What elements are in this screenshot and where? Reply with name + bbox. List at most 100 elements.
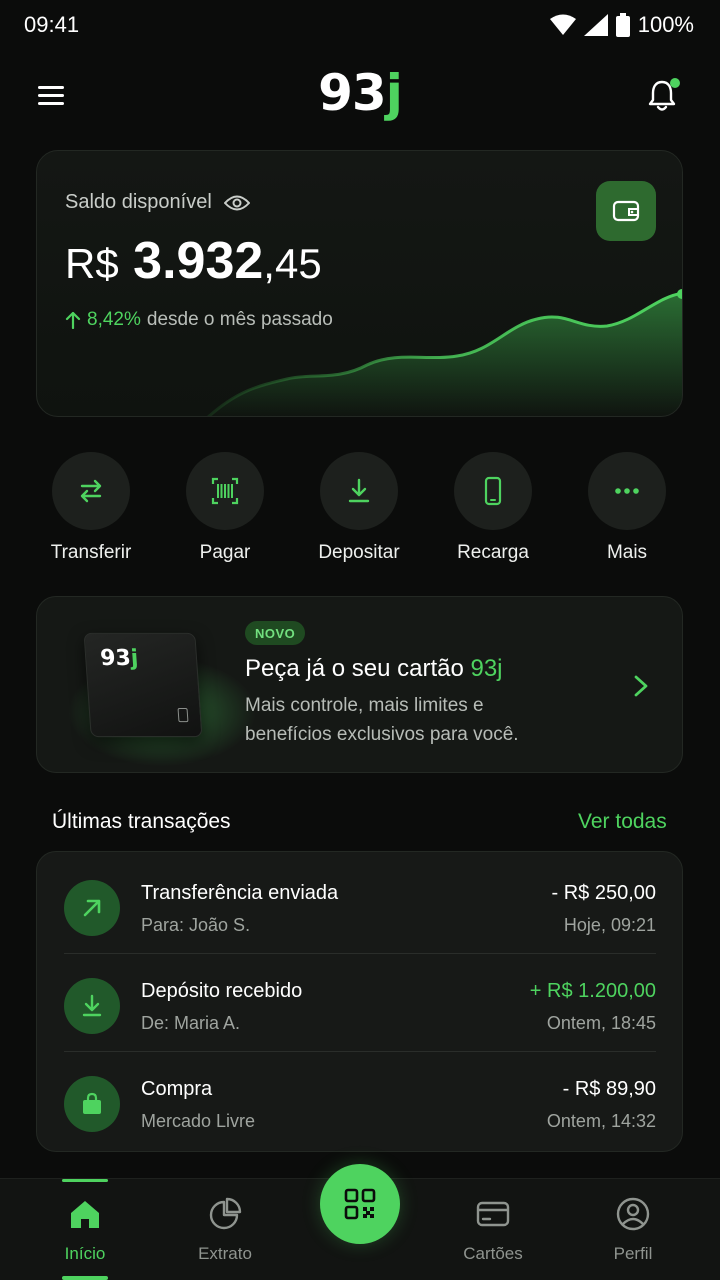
- balance-currency: R$: [65, 240, 119, 287]
- action-deposit-label: Depositar: [318, 542, 400, 563]
- download-icon: [82, 994, 102, 1017]
- action-more-label: Mais: [606, 542, 648, 563]
- card-logo-accent: j: [129, 645, 140, 671]
- see-all-link[interactable]: Ver todas: [578, 810, 667, 834]
- wallet-button[interactable]: [596, 181, 656, 241]
- action-pay[interactable]: Pagar: [160, 452, 290, 564]
- more-icon: [615, 488, 639, 494]
- transaction-name: Transferência enviada: [141, 882, 339, 904]
- transaction-icon-wrap: [64, 880, 120, 936]
- card-logo-main: 93: [99, 645, 132, 671]
- action-deposit[interactable]: Depositar: [294, 452, 424, 564]
- balance-change: 8,42% desde o mês passado: [65, 309, 333, 331]
- transaction-row[interactable]: Transferência enviada Para: João S. - R$…: [37, 856, 684, 954]
- action-pay-circle: [186, 452, 264, 530]
- promo-title: Peça já o seu cartão 93j: [245, 655, 503, 683]
- chevron-right-icon: [634, 675, 648, 697]
- card-logo: 93j: [99, 646, 139, 671]
- transaction-name: Compra: [141, 1078, 213, 1100]
- status-time: 09:41: [24, 12, 80, 37]
- transaction-detail: Para: João S.: [141, 915, 251, 935]
- balance-change-text: desde o mês passado: [146, 309, 333, 330]
- new-badge: NOVO: [245, 621, 306, 645]
- action-more-circle: [588, 452, 666, 530]
- balance-integer: 3.932: [133, 232, 264, 290]
- action-more[interactable]: Mais: [562, 452, 692, 564]
- promo-title-accent: 93j: [470, 655, 503, 682]
- promo-title-text: Peça já o seu cartão: [245, 655, 471, 682]
- balance-label-text: Saldo disponível: [65, 191, 212, 213]
- hamburger-icon: [38, 86, 64, 105]
- active-tab-underline: [62, 1276, 108, 1280]
- pie-chart-icon: [209, 1197, 242, 1230]
- notifications-button[interactable]: [642, 76, 682, 116]
- transactions-list: Transferência enviada Para: João S. - R$…: [36, 851, 683, 1152]
- transaction-date: Hoje, 09:21: [563, 915, 656, 935]
- card-illustration: 93j: [83, 632, 203, 738]
- battery-icon: [615, 13, 630, 37]
- barcode-icon: [211, 477, 239, 505]
- transaction-date: Ontem, 14:32: [546, 1111, 656, 1131]
- nav-profile-label: Perfil: [613, 1244, 653, 1263]
- card-icon: [476, 1201, 510, 1227]
- transaction-detail: Mercado Livre: [141, 1111, 256, 1131]
- nav-cards[interactable]: Cartões: [433, 1197, 553, 1264]
- card-chip-icon: [177, 708, 189, 723]
- wallet-icon: [612, 200, 640, 222]
- action-recharge-circle: [454, 452, 532, 530]
- logo-accent: j: [385, 64, 403, 122]
- transaction-amount: - R$ 89,90: [562, 1078, 656, 1100]
- status-icons: 100%: [549, 12, 694, 38]
- user-icon: [616, 1197, 650, 1231]
- qr-scan-button[interactable]: [320, 1164, 400, 1244]
- status-bar: 09:41 100%: [0, 0, 720, 50]
- transfer-icon: [80, 479, 102, 503]
- home-icon: [71, 1201, 99, 1228]
- arrow-up-right-icon: [83, 899, 101, 917]
- nav-home-label: Início: [64, 1244, 106, 1263]
- promo-subtitle: Mais controle, mais limites e benefícios…: [245, 695, 519, 745]
- qr-code-icon: [344, 1188, 376, 1220]
- nav-statement[interactable]: Extrato: [165, 1197, 285, 1264]
- balance-cents: ,45: [263, 240, 322, 287]
- active-tab-indicator: [62, 1179, 108, 1182]
- logo-main: 93: [318, 64, 387, 122]
- download-icon: [348, 478, 370, 503]
- balance-change-percent: 8,42%: [87, 309, 141, 330]
- balance-card: Saldo disponível R$ 3.932,45 8,42% desde…: [36, 150, 683, 417]
- transaction-row[interactable]: Depósito recebido De: Maria A. + R$ 1.20…: [37, 954, 684, 1052]
- transaction-date: Ontem, 18:45: [546, 1013, 656, 1033]
- notification-dot: [670, 78, 680, 88]
- action-transfer-label: Transferir: [50, 542, 132, 563]
- wifi-icon: [549, 14, 576, 35]
- menu-button[interactable]: [34, 80, 68, 110]
- balance-label: Saldo disponível: [65, 191, 250, 214]
- transactions-title: Últimas transações: [52, 810, 231, 833]
- action-pay-label: Pagar: [199, 542, 251, 563]
- arrow-up-icon: [65, 311, 81, 329]
- transaction-row[interactable]: Compra Mercado Livre - R$ 89,90 Ontem, 1…: [37, 1052, 684, 1150]
- shopping-bag-icon: [83, 1092, 101, 1114]
- transaction-detail: De: Maria A.: [141, 1013, 241, 1033]
- signal-icon: [583, 14, 608, 36]
- transaction-amount: - R$ 250,00: [551, 882, 656, 904]
- action-transfer-circle: [52, 452, 130, 530]
- battery-level: 100%: [637, 12, 694, 37]
- transaction-icon-wrap: [64, 1076, 120, 1132]
- transaction-amount: + R$ 1.200,00: [529, 980, 656, 1002]
- promo-card[interactable]: 93j NOVO Peça já o seu cartão 93j Mais c…: [36, 596, 683, 773]
- app-logo: 93j: [0, 64, 720, 122]
- quick-actions: Transferir Pagar Depositar Recarga Mais: [0, 452, 720, 572]
- nav-home[interactable]: Início: [25, 1197, 145, 1264]
- nav-statement-label: Extrato: [198, 1244, 252, 1263]
- action-transfer[interactable]: Transferir: [26, 452, 156, 564]
- nav-cards-label: Cartões: [463, 1244, 523, 1263]
- phone-icon: [484, 476, 502, 506]
- action-deposit-circle: [320, 452, 398, 530]
- nav-profile[interactable]: Perfil: [573, 1197, 693, 1264]
- eye-icon[interactable]: [223, 194, 250, 212]
- action-recharge-label: Recarga: [457, 542, 529, 563]
- transaction-icon-wrap: [64, 978, 120, 1034]
- action-recharge[interactable]: Recarga: [428, 452, 558, 564]
- transaction-name: Depósito recebido: [141, 980, 303, 1002]
